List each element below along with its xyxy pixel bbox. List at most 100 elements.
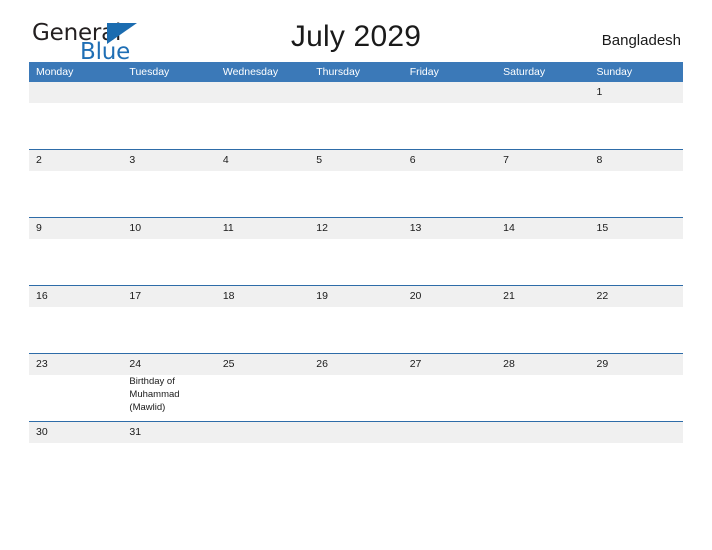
day-number: 15 bbox=[596, 222, 609, 234]
day-cell[interactable] bbox=[403, 82, 496, 149]
day-number: 19 bbox=[316, 290, 328, 302]
day-number: 8 bbox=[596, 154, 603, 166]
weekday-friday: Friday bbox=[409, 66, 439, 78]
day-number: 30 bbox=[36, 426, 48, 438]
day-cell[interactable]: 9 bbox=[29, 218, 122, 285]
day-cell[interactable] bbox=[309, 82, 402, 149]
day-number: 17 bbox=[129, 290, 142, 302]
day-cell[interactable] bbox=[216, 422, 309, 446]
day-cell[interactable]: 6 bbox=[403, 150, 496, 217]
day-cell[interactable]: 26 bbox=[309, 354, 402, 421]
day-number: 28 bbox=[503, 358, 515, 370]
day-cell[interactable]: 29 bbox=[590, 354, 683, 421]
day-cell[interactable]: 18 bbox=[216, 286, 309, 353]
day-cell[interactable]: 16 bbox=[29, 286, 122, 353]
day-cell[interactable]: 3 bbox=[122, 150, 215, 217]
day-number: 20 bbox=[409, 290, 422, 302]
day-number: 1 bbox=[596, 86, 603, 98]
day-cell[interactable]: 27 bbox=[403, 354, 496, 421]
day-cell[interactable] bbox=[122, 82, 215, 149]
day-cell[interactable]: 2 bbox=[29, 150, 122, 217]
week-row: 30 31 bbox=[29, 421, 683, 446]
day-cell[interactable]: 4 bbox=[216, 150, 309, 217]
day-cell[interactable]: 22 bbox=[590, 286, 683, 353]
day-number bbox=[410, 426, 490, 440]
day-cell[interactable]: 30 bbox=[29, 422, 122, 446]
week-row: 9 10 11 12 13 14 15 bbox=[29, 217, 683, 285]
day-cell[interactable] bbox=[29, 82, 122, 149]
day-number bbox=[503, 426, 583, 440]
page-header: General Blue July 2029 Bangladesh bbox=[29, 0, 683, 64]
day-number bbox=[129, 86, 209, 100]
day-number: 16 bbox=[36, 290, 48, 302]
day-cell[interactable] bbox=[496, 82, 589, 149]
day-cell[interactable]: 11 bbox=[216, 218, 309, 285]
day-cell[interactable]: 14 bbox=[496, 218, 589, 285]
weekday-saturday: Saturday bbox=[503, 66, 546, 78]
day-cell[interactable]: 15 bbox=[590, 218, 683, 285]
weekday-sunday: Sunday bbox=[596, 66, 633, 78]
day-cell[interactable] bbox=[496, 422, 589, 446]
day-number: 18 bbox=[222, 290, 235, 302]
day-number: 2 bbox=[36, 154, 42, 166]
weekday-thursday: Thursday bbox=[316, 66, 361, 78]
day-cell[interactable]: 28 bbox=[496, 354, 589, 421]
week-row: 23 24 Birthday of Muhammad (Mawlid) 25 2… bbox=[29, 353, 683, 421]
day-number: 27 bbox=[409, 358, 422, 370]
country-label: Bangladesh bbox=[601, 32, 681, 49]
day-cell[interactable] bbox=[309, 422, 402, 446]
day-cell[interactable]: 23 bbox=[29, 354, 122, 421]
day-number bbox=[597, 426, 677, 440]
day-number: 22 bbox=[596, 290, 609, 302]
event-label: Birthday of Muhammad (Mawlid) bbox=[129, 376, 180, 414]
day-number: 31 bbox=[129, 426, 142, 438]
day-events: Birthday of Muhammad (Mawlid) bbox=[129, 375, 209, 415]
day-number: 7 bbox=[503, 154, 509, 166]
day-cell[interactable]: 20 bbox=[403, 286, 496, 353]
day-number bbox=[410, 86, 490, 100]
month-calendar: Monday Tuesday Wednesday Thursday Friday… bbox=[29, 62, 683, 446]
day-cell[interactable] bbox=[403, 422, 496, 446]
day-cell[interactable]: 24 Birthday of Muhammad (Mawlid) bbox=[122, 354, 215, 421]
day-number: 25 bbox=[222, 358, 235, 370]
week-row: 2 3 4 5 6 7 8 bbox=[29, 149, 683, 217]
day-cell[interactable]: 7 bbox=[496, 150, 589, 217]
day-cell[interactable]: 12 bbox=[309, 218, 402, 285]
day-number: 21 bbox=[503, 290, 515, 302]
day-number: 24 bbox=[129, 358, 142, 370]
day-cell[interactable]: 8 bbox=[590, 150, 683, 217]
day-cell[interactable]: 5 bbox=[309, 150, 402, 217]
calendar-body: 1 2 3 4 5 6 7 8 9 10 11 12 13 14 15 16 1… bbox=[29, 82, 683, 446]
day-number: 26 bbox=[316, 358, 328, 370]
day-number: 3 bbox=[129, 154, 136, 166]
day-number: 23 bbox=[36, 358, 48, 370]
calendar-page: General Blue July 2029 Bangladesh Monday… bbox=[0, 0, 712, 550]
day-cell[interactable] bbox=[216, 82, 309, 149]
day-number: 9 bbox=[36, 222, 42, 234]
day-number: 10 bbox=[129, 222, 142, 234]
day-cell[interactable]: 31 bbox=[122, 422, 215, 446]
weekday-wednesday: Wednesday bbox=[222, 66, 279, 78]
week-row: 16 17 18 19 20 21 22 bbox=[29, 285, 683, 353]
day-number: 4 bbox=[222, 154, 229, 166]
day-number: 6 bbox=[409, 154, 416, 166]
day-cell[interactable]: 13 bbox=[403, 218, 496, 285]
day-number bbox=[36, 86, 116, 100]
day-cell[interactable]: 1 bbox=[590, 82, 683, 149]
day-cell[interactable]: 21 bbox=[496, 286, 589, 353]
day-number bbox=[503, 86, 583, 100]
week-row: 1 bbox=[29, 82, 683, 149]
day-number bbox=[316, 86, 396, 100]
day-cell[interactable]: 19 bbox=[309, 286, 402, 353]
day-number bbox=[316, 426, 396, 440]
page-title: July 2029 bbox=[290, 20, 422, 53]
day-cell[interactable] bbox=[590, 422, 683, 446]
day-cell[interactable]: 17 bbox=[122, 286, 215, 353]
day-number bbox=[223, 86, 303, 100]
day-cell[interactable]: 10 bbox=[122, 218, 215, 285]
day-number: 11 bbox=[222, 222, 234, 234]
day-number: 5 bbox=[316, 154, 323, 166]
day-cell[interactable]: 25 bbox=[216, 354, 309, 421]
day-number: 29 bbox=[596, 358, 609, 370]
day-number: 12 bbox=[316, 222, 328, 234]
